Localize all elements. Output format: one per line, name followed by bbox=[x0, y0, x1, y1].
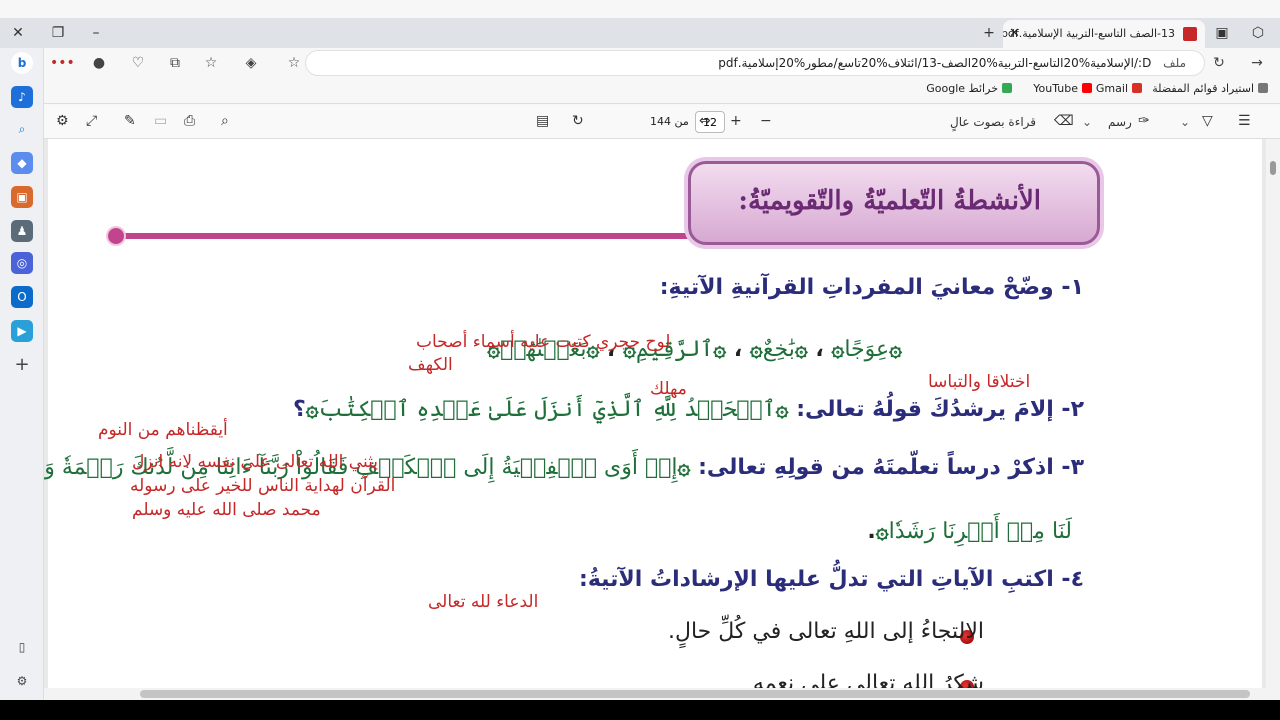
fit-width-icon[interactable]: ⇔ bbox=[699, 113, 711, 129]
add-sidebar-app-icon[interactable]: + bbox=[11, 354, 33, 376]
annotation-q3: الدعاء لله تعالى bbox=[428, 592, 539, 612]
annotation-q2-line3: محمد صلى الله عليه وسلم bbox=[132, 500, 321, 520]
address-text: D:/الإسلامية%20التاسع-التربية%20الصف-13/… bbox=[718, 56, 1152, 70]
horizontal-scroll-thumb[interactable] bbox=[140, 690, 1250, 698]
notifications-icon[interactable]: ♪ bbox=[11, 86, 33, 108]
page-view-icon[interactable]: ▤ bbox=[536, 113, 549, 129]
edge-sidebar: b ♪ ⌕ ◆ ▣ ♟ ◎ O ▶ + ▯ ⚙ bbox=[0, 48, 44, 700]
question-1-text: وضّحْ معانيَ المفرداتِ القرآنيةِ الآتيةِ… bbox=[659, 275, 1054, 300]
microsoft365-icon[interactable]: ◎ bbox=[11, 252, 33, 274]
question-2-verse: ٱلۡحَمۡدُ لِلَّهِ ٱلَّذِيٓ أَنزَلَ عَلَى… bbox=[318, 397, 776, 422]
question-1: ١- وضّحْ معانيَ المفرداتِ القرآنيةِ الآت… bbox=[659, 275, 1084, 300]
browser-window: ✕ ❐ – + 13-الصف التاسع-التربية الإسلامية… bbox=[0, 0, 1280, 720]
tab-actions-icon[interactable]: ▣ bbox=[1208, 22, 1236, 44]
tab-pdf[interactable]: 13-الصف التاسع-التربية الإسلامية.pdf ✕ bbox=[1003, 20, 1205, 48]
annotation-q2-line2: القرآن لهداية الناس للخير على رسوله bbox=[130, 476, 396, 496]
contents-icon[interactable]: ☰ bbox=[1238, 113, 1251, 129]
annotation-raqim: لوح حجري كتبت عليه أسماء أصحاب bbox=[416, 332, 671, 352]
decorative-dot bbox=[106, 226, 126, 246]
section-banner: الأنشطةُ التّعلميّةُ والتّقويميّةُ: bbox=[688, 161, 1100, 245]
rotate-icon[interactable]: ↻ bbox=[572, 113, 584, 129]
annotation-baathnahum: أيقظناهم من النوم bbox=[98, 420, 228, 440]
vertical-scrollbar[interactable] bbox=[1266, 139, 1280, 688]
horizontal-scrollbar[interactable] bbox=[44, 688, 1280, 700]
read-aloud-button[interactable]: قراءة بصوت عالٍ bbox=[950, 115, 1036, 129]
minimize-window-icon[interactable]: – bbox=[82, 22, 110, 44]
favorites-icon[interactable]: ☆ bbox=[200, 52, 222, 74]
drop-icon[interactable]: ▶ bbox=[11, 320, 33, 342]
highlight-dropdown-icon[interactable]: ⌄ bbox=[1180, 115, 1190, 129]
favorites-bar: استيراد قوائم المفضلة Gmail YouTube خرائ… bbox=[0, 78, 1280, 104]
word-2: بَٰخِعٌ bbox=[762, 337, 795, 362]
sidebar-toggle-icon[interactable]: ▯ bbox=[11, 636, 33, 658]
question-2-text: إلامَ يرشدُكَ قولُهُ تعالى: bbox=[796, 397, 1054, 422]
tab-bar: ✕ ❐ – + 13-الصف التاسع-التربية الإسلامية… bbox=[0, 18, 1280, 48]
word-1: عِوَجًا bbox=[844, 337, 890, 362]
page-navigator: من 144 bbox=[650, 111, 730, 133]
favorite-gmail[interactable]: Gmail bbox=[1096, 82, 1142, 95]
pdf-page: الأنشطةُ التّعلميّةُ والتّقويميّةُ: ١- و… bbox=[44, 139, 1262, 688]
new-tab-icon[interactable]: + bbox=[975, 22, 1003, 44]
draw-button[interactable]: رسم bbox=[1108, 115, 1132, 129]
zoom-out-icon[interactable]: − bbox=[760, 113, 772, 129]
favorite-google-maps[interactable]: خرائط Google bbox=[926, 82, 1012, 95]
pdf-settings-icon[interactable]: ⚙ bbox=[56, 113, 69, 129]
edit-icon[interactable]: ✎ bbox=[124, 113, 136, 129]
annotation-iwaj: اختلاقا والتباسا bbox=[928, 372, 1031, 392]
shopping-icon[interactable]: ◆ bbox=[11, 152, 33, 174]
decorative-line bbox=[114, 233, 714, 239]
address-input[interactable]: ملف D:/الإسلامية%20التاسع-التربية%20الصف… bbox=[305, 50, 1205, 76]
highlight-icon[interactable]: ▽ bbox=[1202, 113, 1213, 129]
find-icon[interactable]: ⌕ bbox=[221, 113, 229, 129]
pdf-viewport[interactable]: الأنشطةُ التّعلميّةُ والتّقويميّةُ: ١- و… bbox=[44, 139, 1266, 688]
profile-icon[interactable]: ● bbox=[88, 52, 110, 74]
question-2: ٢- إلامَ يرشدُكَ قولُهُ تعالى: ۞ٱلۡحَمۡد… bbox=[293, 397, 1084, 422]
fullscreen-icon[interactable]: ⤢ bbox=[86, 113, 97, 129]
extensions-icon[interactable]: ♡ bbox=[127, 52, 149, 74]
print-icon[interactable]: ⎙ bbox=[184, 113, 195, 129]
add-favorite-icon[interactable]: ☆ bbox=[283, 52, 305, 74]
draw-dropdown-icon[interactable]: ⌄ bbox=[1082, 115, 1092, 129]
favorite-youtube[interactable]: YouTube bbox=[1033, 82, 1092, 95]
annotation-raqim-2: الكهف bbox=[408, 355, 453, 375]
q4-item-2: شكرُ اللهِ تعالى على نعمه bbox=[752, 671, 984, 688]
address-bar-row: ••• ● ♡ ⧉ ☆ ◈ ☆ ⌕ ملف D:/الإسلامية%20الت… bbox=[0, 48, 1280, 78]
page-total: من 144 bbox=[650, 115, 689, 128]
bing-icon[interactable]: b bbox=[11, 52, 33, 74]
save-icon[interactable]: ▭ bbox=[154, 113, 167, 129]
close-window-icon[interactable]: ✕ bbox=[4, 22, 32, 44]
screen-border bbox=[0, 700, 1280, 720]
banner-title: الأنشطةُ التّعلميّةُ والتّقويميّةُ: bbox=[738, 186, 1041, 216]
tab-title: 13-الصف التاسع-التربية الإسلامية.pdf bbox=[1003, 27, 1175, 40]
collections-icon[interactable]: ⧉ bbox=[164, 52, 186, 74]
question-4: ٤- اكتبِ الآياتِ التي تدلُّ عليها الإرشا… bbox=[579, 567, 1084, 592]
annotation-bakhi: مهلك bbox=[650, 379, 687, 399]
sidebar-settings-icon[interactable]: ⚙ bbox=[11, 670, 33, 692]
back-icon[interactable]: → bbox=[1246, 52, 1268, 74]
browser-essentials-icon[interactable]: ◈ bbox=[240, 52, 262, 74]
q4-item-1: الالتجاءُ إلى اللهِ تعالى في كُلِّ حالٍ. bbox=[667, 619, 984, 644]
favorite-import[interactable]: استيراد قوائم المفضلة bbox=[1152, 82, 1268, 95]
games-icon[interactable]: ♟ bbox=[11, 220, 33, 242]
pdf-toolbar: ⚙ ⤢ ✎ ▭ ⎙ ⌕ ▤ ↻ من 144 ⇔ + − قراءة بصوت … bbox=[44, 105, 1280, 139]
close-tab-icon[interactable]: ✕ bbox=[1009, 20, 1020, 48]
eraser-icon[interactable]: ⌫ bbox=[1054, 113, 1074, 129]
annotation-q2-line1: يثني الله تعالى على نفسه لانه انزل bbox=[132, 452, 378, 472]
copilot-icon[interactable]: ••• bbox=[50, 52, 75, 74]
outlook-icon[interactable]: O bbox=[11, 286, 33, 308]
restore-window-icon[interactable]: ❐ bbox=[44, 22, 72, 44]
zoom-in-icon[interactable]: + bbox=[730, 113, 742, 129]
question-3-text: اذكرْ درساً تعلّمتَهُ من قولِهِ تعالى: bbox=[698, 455, 1054, 480]
vertical-scroll-thumb[interactable] bbox=[1270, 161, 1276, 175]
pen-icon[interactable]: ✑ bbox=[1138, 113, 1150, 129]
address-label: ملف bbox=[1163, 56, 1186, 70]
refresh-icon[interactable]: ↻ bbox=[1208, 52, 1230, 74]
workspaces-icon[interactable]: ⬡ bbox=[1244, 22, 1272, 44]
tools-icon[interactable]: ▣ bbox=[11, 186, 33, 208]
search-icon[interactable]: ⌕ bbox=[11, 118, 33, 140]
question-4-text: اكتبِ الآياتِ التي تدلُّ عليها الإرشادات… bbox=[579, 567, 1054, 592]
question-3-verse-line2: لَنَا مِنۡ أَمۡرِنَا رَشَدٗا۞. bbox=[867, 519, 1072, 544]
pdf-icon bbox=[1183, 27, 1197, 41]
